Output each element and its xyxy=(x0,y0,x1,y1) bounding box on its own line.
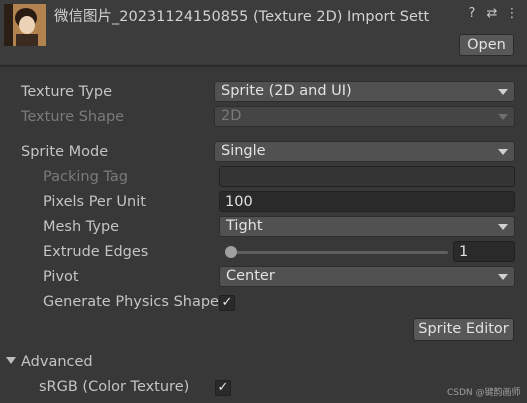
texture-shape-value: 2D xyxy=(221,108,242,124)
sprite-mode-label: Sprite Mode xyxy=(21,144,109,160)
texture-thumbnail xyxy=(4,4,46,46)
texture-type-value: Sprite (2D and UI) xyxy=(221,83,352,99)
advanced-foldout-label[interactable]: Advanced xyxy=(21,354,93,370)
texture-shape-label: Texture Shape xyxy=(21,109,125,125)
header-icons: ? ⇄ ⋮ xyxy=(462,6,522,21)
chevron-down-icon xyxy=(498,224,508,230)
mesh-type-value: Tight xyxy=(226,218,263,234)
pivot-label: Pivot xyxy=(43,269,79,285)
foldout-arrow-icon[interactable] xyxy=(6,357,16,364)
chevron-down-icon xyxy=(498,274,508,280)
texture-type-label: Texture Type xyxy=(21,84,112,100)
chevron-down-icon xyxy=(498,114,508,120)
sprite-editor-button[interactable]: Sprite Editor xyxy=(413,318,514,341)
inspector-header: 微信图片_20231124150855 (Texture 2D) Import … xyxy=(0,0,527,64)
watermark: CSDN @键韵画师 xyxy=(447,388,521,398)
generate-physics-shape-checkbox[interactable]: ✓ xyxy=(219,295,235,311)
srgb-checkbox[interactable]: ✓ xyxy=(215,380,231,396)
sprite-mode-dropdown[interactable]: Single xyxy=(214,141,515,162)
pivot-value: Center xyxy=(226,268,275,284)
texture-type-dropdown[interactable]: Sprite (2D and UI) xyxy=(214,81,515,102)
sprite-mode-value: Single xyxy=(221,143,266,159)
pixels-per-unit-label: Pixels Per Unit xyxy=(43,194,146,210)
pivot-dropdown[interactable]: Center xyxy=(219,266,515,287)
extrude-edges-label: Extrude Edges xyxy=(43,244,149,260)
open-button[interactable]: Open xyxy=(459,34,514,56)
inspector-title: 微信图片_20231124150855 (Texture 2D) Import … xyxy=(54,9,430,25)
extrude-edges-input[interactable]: 1 xyxy=(453,241,515,262)
generate-physics-shape-label: Generate Physics Shape xyxy=(43,294,218,310)
pixels-per-unit-input[interactable]: 100 xyxy=(219,191,515,212)
extrude-edges-slider-track[interactable] xyxy=(228,251,448,254)
extrude-edges-slider-handle[interactable] xyxy=(225,246,237,258)
texture-shape-dropdown: 2D xyxy=(214,106,515,127)
mesh-type-label: Mesh Type xyxy=(43,219,120,235)
context-menu-icon[interactable]: ⋮ xyxy=(502,6,522,21)
chevron-down-icon xyxy=(498,149,508,155)
help-icon[interactable]: ? xyxy=(462,6,482,21)
packing-tag-field xyxy=(219,166,515,187)
srgb-label: sRGB (Color Texture) xyxy=(39,379,190,395)
chevron-down-icon xyxy=(498,89,508,95)
checkmark-icon: ✓ xyxy=(217,380,229,395)
mesh-type-dropdown[interactable]: Tight xyxy=(219,216,515,237)
preset-icon[interactable]: ⇄ xyxy=(482,6,502,21)
packing-tag-label: Packing Tag xyxy=(43,169,128,185)
header-divider xyxy=(0,65,527,67)
checkmark-icon: ✓ xyxy=(221,295,233,310)
